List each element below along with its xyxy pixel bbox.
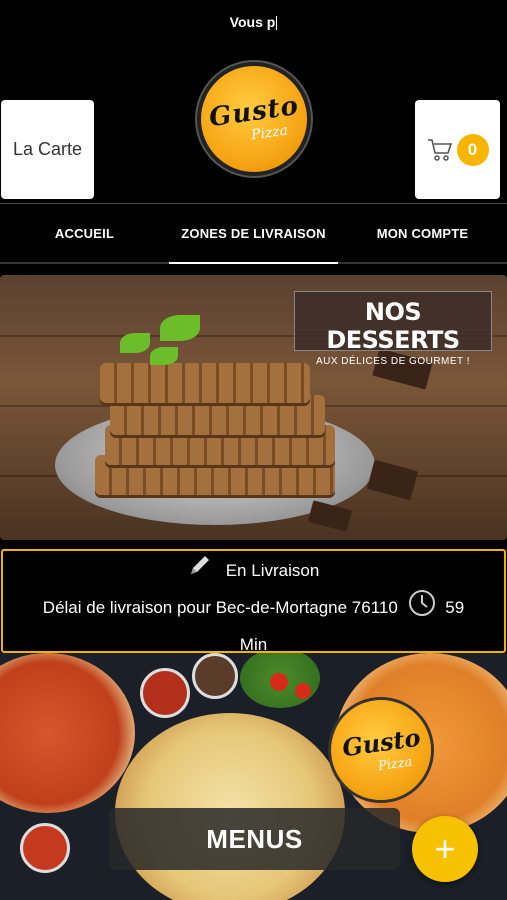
delivery-info-box[interactable]: En Livraison Délai de livraison pour Bec…	[1, 549, 506, 654]
tab-zones-de-livraison[interactable]: ZONES DE LIVRAISON	[169, 204, 338, 264]
delivery-delay-text: Délai de livraison pour Bec-de-Mortagne …	[42, 597, 398, 617]
tab-mon-compte[interactable]: MON COMPTE	[338, 204, 507, 262]
menus-label: MENUS	[206, 823, 303, 854]
delivery-minutes: 59	[445, 597, 465, 617]
gusto-pizza-logo[interactable]: Gusto Pizza	[201, 66, 307, 172]
gusto-pizza-logo-secondary: Gusto Pizza	[331, 700, 431, 800]
add-fab-button[interactable]: +	[412, 816, 478, 882]
desserts-title-sign: NOS DESSERTS AUX DÉLICES DE GOURMET !	[294, 291, 492, 367]
tab-accueil[interactable]: ACCUEIL	[0, 204, 169, 262]
desserts-banner[interactable]: NOS DESSERTS AUX DÉLICES DE GOURMET !	[0, 275, 507, 540]
clock-icon	[407, 588, 437, 629]
main-nav: ACCUEIL ZONES DE LIVRAISON MON COMPTE	[0, 203, 507, 264]
plus-icon: +	[434, 828, 456, 869]
marquee-text: Vous p	[229, 14, 278, 31]
desserts-subtitle: AUX DÉLICES DE GOURMET !	[315, 356, 471, 367]
delivery-mode: En Livraison	[225, 560, 320, 580]
la-carte-label: La Carte	[12, 139, 83, 159]
menus-button[interactable]: MENUS	[109, 808, 400, 870]
cart-button[interactable]: 0	[415, 100, 500, 199]
cart-count-badge: 0	[456, 133, 489, 166]
desserts-title: NOS DESSERTS	[326, 298, 460, 354]
cart-icon	[427, 138, 453, 162]
pencil-icon[interactable]	[188, 553, 212, 588]
la-carte-button[interactable]: La Carte	[1, 100, 94, 199]
